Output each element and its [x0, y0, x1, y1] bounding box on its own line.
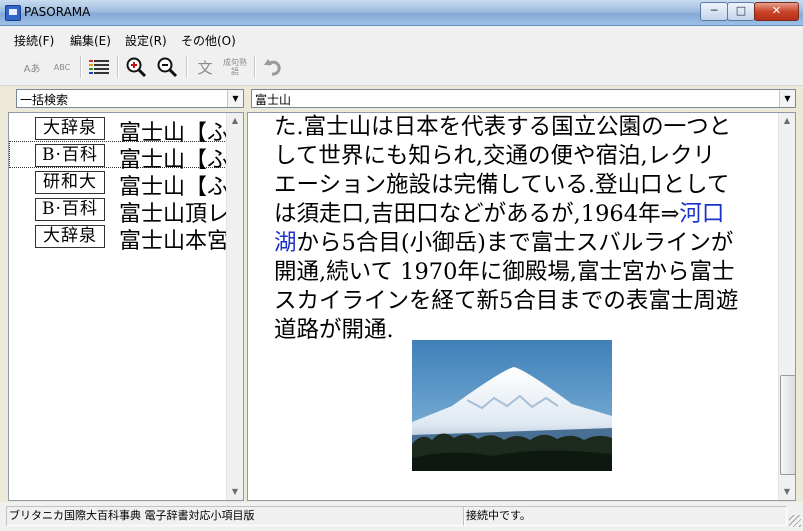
status-bar: ブリタニカ国際大百科事典 電子辞書対応小項目版 接続中です。: [0, 502, 803, 531]
article-line: た.富士山は日本を代表する国立公園の一つと: [274, 114, 732, 140]
font-size-label: Aあ: [23, 63, 41, 75]
article-text-segment: は須走口,吉田口などがあるが,1964年⇒: [274, 201, 680, 227]
app-icon[interactable]: [5, 5, 21, 21]
title-bar[interactable]: PASORAMA ─ □ ✕: [0, 0, 803, 26]
dictionary-badge: B·百科: [35, 198, 105, 221]
translate-label: 文: [197, 58, 213, 77]
jump-back-icon[interactable]: [261, 55, 285, 79]
dictionary-badge: 大辞泉: [35, 117, 105, 140]
idiom-icon[interactable]: 成句熟語: [222, 55, 248, 79]
toolbar-separator: [80, 56, 82, 78]
article-line: スカイラインを経て新5合目までの表富士周遊: [274, 288, 739, 314]
zoom-in-icon[interactable]: [124, 55, 148, 79]
article-line: エーション施設は完備している.登山口として: [274, 172, 730, 198]
article-text-segment: から5合目(小御岳)まで富士スバルラインが: [296, 230, 734, 256]
window-title: PASORAMA: [24, 5, 91, 19]
article-line: 湖から5合目(小御岳)まで富士スバルラインが: [274, 229, 774, 258]
scroll-up-icon[interactable]: ▲: [227, 113, 243, 129]
menu-connect[interactable]: 接続(F): [14, 32, 54, 49]
idiom-label: 成句熟語: [223, 58, 247, 76]
toolbar: Aあ ABC 文 成句熟語: [0, 50, 803, 86]
link-kawaguchiko[interactable]: 湖: [274, 230, 297, 256]
chevron-down-icon[interactable]: ▼: [227, 90, 243, 107]
scroll-up-icon[interactable]: ▲: [779, 113, 795, 129]
toolbar-separator: [254, 56, 256, 78]
dictionary-badge: 研和大: [35, 171, 105, 194]
list-scrollbar[interactable]: ▲ ▼: [226, 113, 243, 500]
app-window: PASORAMA ─ □ ✕ 接続(F) 編集(E) 設定(R) その他(O) …: [0, 0, 803, 531]
link-kawaguchiko[interactable]: 河口: [679, 201, 724, 227]
scroll-thumb[interactable]: [780, 375, 795, 475]
article-scrollbar[interactable]: ▲ ▼: [778, 113, 795, 500]
article-view[interactable]: た.富士山は日本を代表する国立公園の一つと して世界にも知られ,交通の便や宿泊,…: [247, 112, 796, 501]
list-item[interactable]: 研和大 富士山【ふじさん】: [9, 168, 243, 200]
color-palette-icon[interactable]: [87, 55, 111, 79]
dictionary-badge: B·百科: [35, 144, 105, 167]
scroll-down-icon[interactable]: ▼: [227, 484, 243, 500]
toolbar-separator: [117, 56, 119, 78]
article-text: た.富士山は日本を代表する国立公園の一つと して世界にも知られ,交通の便や宿泊,…: [274, 113, 774, 345]
resize-grip-icon[interactable]: [789, 515, 801, 527]
abc-text-icon[interactable]: ABC: [50, 55, 74, 79]
toolbar-separator: [186, 56, 188, 78]
search-query-value: 富士山: [255, 93, 292, 107]
dictionary-badge: 大辞泉: [35, 225, 105, 248]
list-item[interactable]: B·百科 富士山【ふじさん】: [9, 141, 243, 173]
article-line: して世界にも知られ,交通の便や宿泊,レクリ: [274, 143, 716, 169]
maximize-button[interactable]: □: [727, 2, 755, 21]
minimize-button[interactable]: ─: [700, 2, 728, 21]
search-input[interactable]: 富士山 ▼: [251, 89, 796, 108]
article-line: 開通,続いて 1970年に御殿場,富士宮から富士: [274, 259, 735, 285]
menu-edit[interactable]: 編集(E): [70, 32, 111, 49]
menu-other[interactable]: その他(O): [181, 32, 236, 49]
status-dictionary: ブリタニカ国際大百科事典 電子辞書対応小項目版: [6, 506, 465, 526]
chevron-down-icon[interactable]: ▼: [779, 90, 795, 107]
result-list[interactable]: 大辞泉 富士山【ふじさん】 B·百科 富士山【ふじさん】 研和大 富士山【ふじさ…: [8, 112, 244, 501]
abc-label: ABC: [53, 62, 71, 72]
article-line: は須走口,吉田口などがあるが,1964年⇒河口: [274, 200, 774, 229]
menu-settings[interactable]: 設定(R): [125, 32, 167, 49]
translate-icon[interactable]: 文: [193, 55, 217, 79]
close-button[interactable]: ✕: [754, 2, 799, 21]
status-connection: 接続中です。: [463, 506, 787, 526]
scroll-down-icon[interactable]: ▼: [779, 484, 795, 500]
zoom-out-icon[interactable]: [155, 55, 179, 79]
font-size-small-icon[interactable]: Aあ: [20, 55, 44, 79]
search-mode-select[interactable]: 一括検索 ▼: [16, 89, 244, 108]
list-item[interactable]: 大辞泉 富士山【ふじさん】: [9, 114, 243, 146]
search-mode-value: 一括検索: [20, 93, 69, 107]
mount-fuji-photo: [412, 340, 612, 471]
list-item[interactable]: B·百科 富士山頂レーダー: [9, 195, 243, 227]
list-item[interactable]: 大辞泉 富士山本宮浅間大社: [9, 222, 243, 254]
menu-bar: 接続(F) 編集(E) 設定(R) その他(O): [0, 26, 803, 50]
